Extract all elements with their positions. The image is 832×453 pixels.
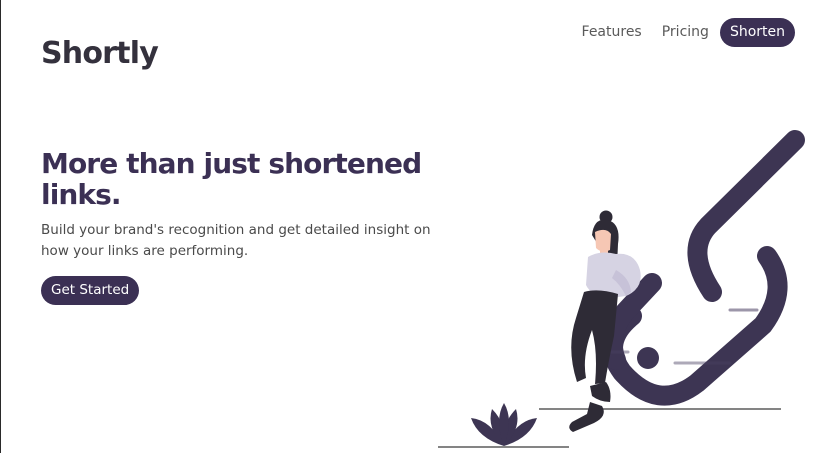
hero-headline: More than just shortened links. (41, 147, 422, 211)
get-started-button[interactable]: Get Started (41, 276, 140, 305)
hero-subtext: Build your brand's recognition and get d… (41, 222, 431, 259)
top-nav: Features Pricing Shorten (572, 18, 795, 47)
nav-link-pricing[interactable]: Pricing (652, 18, 719, 47)
nav-link-features[interactable]: Features (572, 18, 652, 47)
lotus-plant-icon (471, 403, 537, 446)
brand-logo[interactable]: Shortly (41, 34, 159, 74)
window-edge (0, 0, 1, 453)
shorten-nav-button[interactable]: Shorten (719, 18, 795, 47)
person-with-link-illustration (438, 130, 805, 448)
link-dot (637, 347, 659, 369)
landing-page: Shortly Features Pricing Shorten More th… (0, 0, 832, 453)
